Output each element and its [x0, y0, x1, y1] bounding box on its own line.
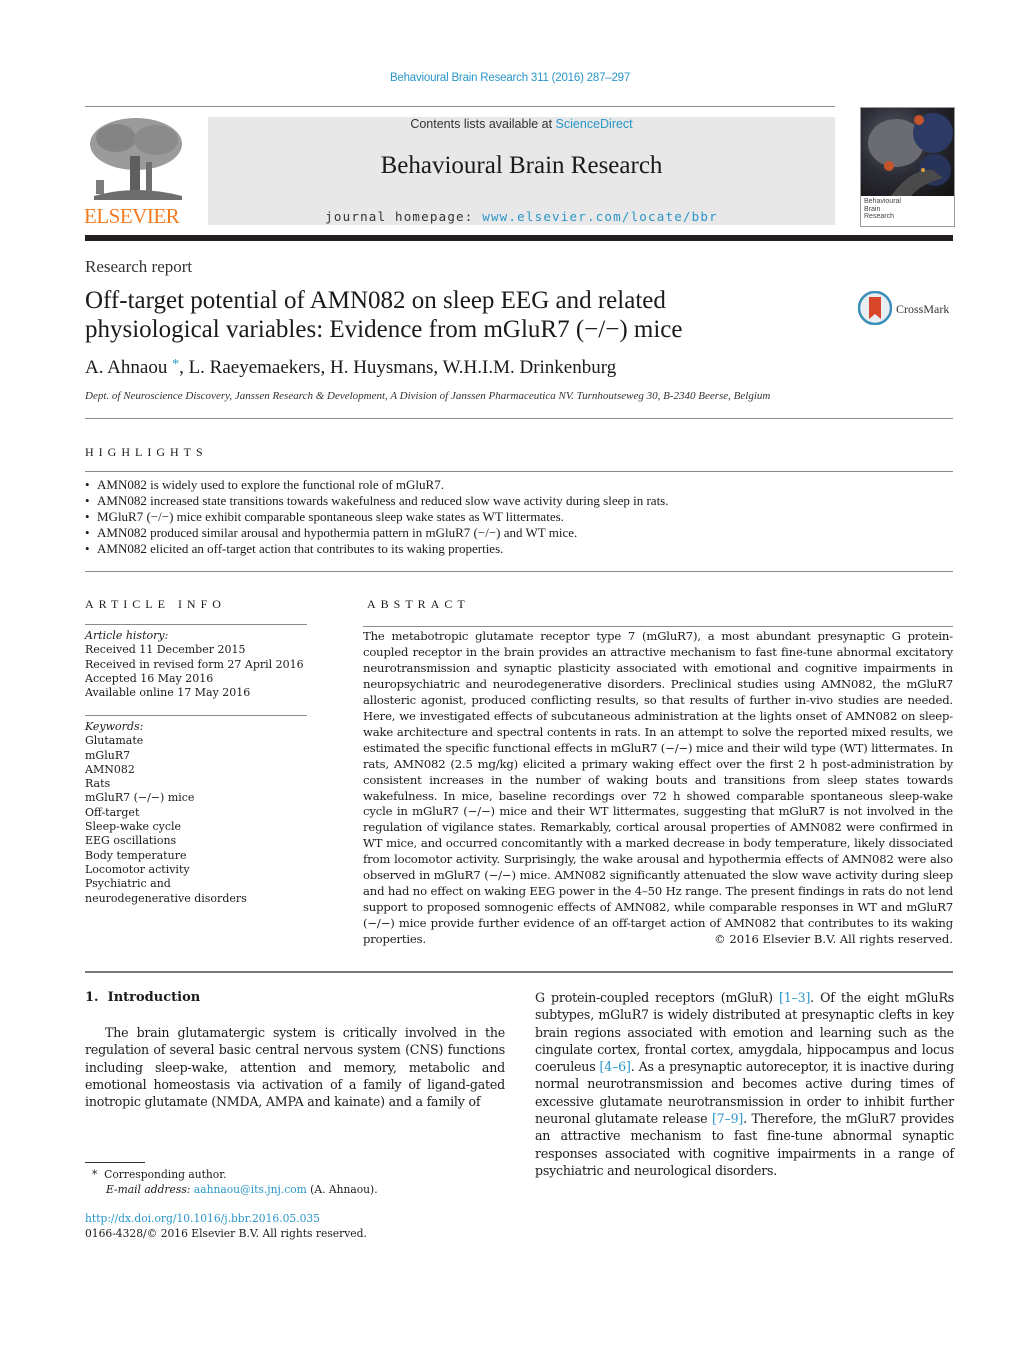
keyword: Rats — [85, 777, 111, 791]
keyword: Body temperature — [85, 848, 187, 862]
contents-prefix: Contents lists available at — [410, 117, 556, 131]
homepage-prefix: journal homepage: — [325, 209, 483, 224]
sciencedirect-link[interactable]: ScienceDirect — [556, 117, 633, 131]
contents-line: Contents lists available at ScienceDirec… — [208, 117, 835, 131]
history-item: Received 11 December 2015 — [85, 643, 246, 657]
keyword: Locomotor activity — [85, 862, 190, 876]
highlight-item: AMN082 elicited an off-target action tha… — [85, 541, 953, 557]
history-label: Article history: — [85, 629, 169, 642]
affiliation: Dept. of Neuroscience Discovery, Janssen… — [85, 390, 771, 402]
keyword: Glutamate — [85, 734, 144, 748]
article-info-heading: ARTICLE INFO — [85, 597, 226, 611]
journal-title[interactable]: Behavioural Brain Research — [208, 152, 835, 180]
highlight-item: AMN082 produced similar arousal and hypo… — [85, 525, 953, 541]
abstract-copyright: © 2016 Elsevier B.V. All rights reserved… — [714, 932, 953, 946]
introduction-column-2: G protein-coupled receptors (mGluR) [1–3… — [535, 989, 954, 1179]
highlight-item: AMN082 is widely used to explore the fun… — [85, 477, 953, 493]
corresponding-author-note: Corresponding author. — [104, 1168, 227, 1181]
email-label: E-mail address: — [106, 1183, 191, 1196]
section-rule — [363, 626, 953, 627]
section-rule — [85, 571, 953, 572]
highlight-item: AMN082 increased state transitions towar… — [85, 493, 953, 509]
citation-link[interactable]: [7–9] — [712, 1111, 743, 1126]
article-title: Off-target potential of AMN082 on sleep … — [85, 286, 785, 344]
section-rule — [85, 471, 953, 472]
author-separator: , — [433, 357, 443, 378]
cover-title-line: Brain — [864, 205, 881, 213]
keyword: Psychiatric and neurodegenerative disord… — [85, 877, 247, 905]
cover-title-line: Behavioural — [864, 198, 901, 205]
section-rule — [85, 715, 307, 716]
text-run: G protein-coupled receptors (mGluR) — [535, 990, 780, 1005]
history-item: Available online 17 May 2016 — [85, 686, 251, 700]
issn-copyright: 0166-4328/© 2016 Elsevier B.V. All right… — [85, 1227, 367, 1240]
elsevier-tree-icon — [90, 118, 182, 200]
citation-link[interactable]: [4–6] — [600, 1059, 631, 1074]
section-heading-introduction: 1. Introduction — [85, 990, 201, 1005]
citation-link[interactable]: [1–3] — [779, 990, 810, 1005]
keyword: Off-target — [85, 805, 140, 819]
keyword: AMN082 — [85, 762, 135, 776]
author-separator: , — [179, 357, 189, 378]
journal-cover-thumbnail[interactable]: Behavioural Brain Research — [860, 107, 955, 227]
footnote-mark: * — [92, 1168, 98, 1181]
article-history: Article history: Received 11 December 20… — [85, 629, 315, 700]
footnote-rule — [85, 1162, 145, 1163]
journal-homepage-link[interactable]: www.elsevier.com/locate/bbr — [482, 209, 718, 224]
author-name[interactable]: H. Huysmans — [330, 357, 433, 378]
author-list: A. Ahnaou *, L. Raeyemaekers, H. Huysman… — [85, 357, 616, 379]
history-item: Accepted 16 May 2016 — [85, 671, 214, 685]
email-suffix: (A. Ahnaou). — [306, 1183, 378, 1196]
history-item: Received in revised form 27 April 2016 — [85, 657, 304, 671]
article-title-line: physiological variables: Evidence from m… — [85, 316, 683, 343]
journal-homepage-line: journal homepage: www.elsevier.com/locat… — [208, 209, 835, 224]
keyword: Sleep-wake cycle — [85, 820, 182, 834]
email-link[interactable]: aahnaou@its.jnj.com — [194, 1183, 307, 1196]
article-type: Research report — [85, 257, 193, 276]
keywords-label: Keywords: — [85, 720, 144, 733]
author-name[interactable]: A. Ahnaou — [85, 357, 167, 378]
highlights-heading: HIGHLIGHTS — [85, 445, 208, 459]
cover-title: Behavioural Brain Research — [864, 198, 901, 221]
crossmark-icon — [858, 291, 892, 325]
elsevier-logo[interactable]: ELSEVIER — [84, 116, 188, 228]
body-divider — [85, 971, 953, 973]
author-separator: , — [320, 357, 330, 378]
highlights-list: AMN082 is widely used to explore the fun… — [85, 477, 953, 557]
cover-title-line: Research — [864, 213, 894, 220]
doi-block: http://dx.doi.org/10.1016/j.bbr.2016.05.… — [85, 1211, 367, 1241]
journal-citation-link[interactable]: Behavioural Brain Research 311 (2016) 28… — [0, 72, 1020, 84]
header-rule — [85, 106, 835, 107]
crossmark-label: CrossMark — [896, 302, 950, 316]
highlight-item: MGluR7 (−/−) mice exhibit comparable spo… — [85, 509, 953, 525]
keyword: mGluR7 — [85, 748, 131, 762]
elsevier-wordmark: ELSEVIER — [84, 204, 180, 228]
cover-brain-rat-icon — [868, 113, 953, 196]
author-name[interactable]: L. Raeyemaekers — [189, 357, 321, 378]
section-rule — [85, 418, 953, 419]
article-title-line: Off-target potential of AMN082 on sleep … — [85, 287, 666, 314]
footnote: * Corresponding author. E-mail address: … — [92, 1167, 378, 1197]
cover-image — [861, 108, 954, 196]
keyword: mGluR7 (−/−) mice — [85, 791, 195, 805]
abstract-body: The metabotropic glutamate receptor type… — [363, 629, 953, 947]
keyword: EEG oscillations — [85, 834, 177, 848]
abstract-heading: ABSTRACT — [367, 597, 470, 611]
doi-link[interactable]: http://dx.doi.org/10.1016/j.bbr.2016.05.… — [85, 1211, 367, 1226]
journal-masthead: Contents lists available at ScienceDirec… — [208, 117, 835, 225]
crossmark-button[interactable]: CrossMark — [858, 291, 958, 331]
section-rule — [85, 624, 307, 625]
introduction-column-1: The brain glutamatergic system is critic… — [85, 1025, 505, 1110]
keywords: Keywords: Glutamate mGluR7 AMN082 Rats m… — [85, 720, 315, 906]
author-name[interactable]: W.H.I.M. Drinkenburg — [443, 357, 617, 378]
masthead-divider — [85, 235, 953, 241]
